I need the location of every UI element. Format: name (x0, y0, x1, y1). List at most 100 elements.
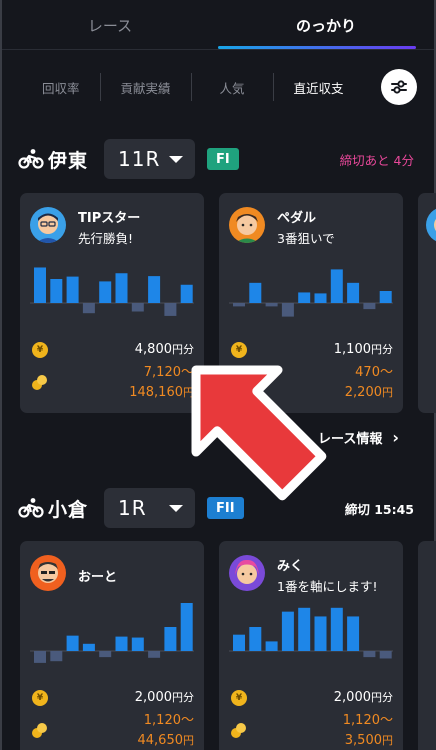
balance-bar (249, 627, 262, 651)
balance-bar (131, 637, 144, 651)
predictor-card[interactable]: ペダル 3番狙いで ¥ 1,100円分 470〜 2,200円 (219, 193, 403, 413)
race-number-select[interactable]: 11R (104, 139, 196, 179)
balance-bar-chart (229, 607, 393, 659)
yen-coin-icon: ¥ (32, 690, 48, 706)
tab-race[interactable]: レース (2, 0, 218, 50)
bet-amount: 1,100円分 (333, 342, 393, 357)
balance-bar (298, 292, 311, 303)
filter-recent-balance[interactable]: 直近収支 (274, 73, 364, 101)
expected-return: 1,120〜 44,650円 (137, 713, 195, 748)
balance-bar (148, 276, 161, 303)
chevron-right-icon: › (392, 428, 399, 447)
predictor-card[interactable]: TIPスター 先行勝負! ¥ 4,800円分 7,120〜 148,160円 (20, 193, 204, 413)
balance-bar (115, 636, 128, 651)
race-number-value: 1R (118, 496, 147, 520)
balance-bar (50, 651, 63, 662)
race-grade-badge: FI (207, 148, 239, 170)
balance-bar (66, 276, 79, 303)
tabs-divider (2, 49, 434, 50)
balance-bar (180, 603, 193, 651)
balance-bar (164, 303, 177, 316)
coin-stack-icon (32, 723, 47, 738)
filter-recovery-rate[interactable]: 回収率 (20, 73, 101, 101)
predictor-name: ペダル (277, 211, 317, 226)
avatar (426, 207, 436, 243)
sort-filter-bar: 回収率 貢献実績 人気 直近収支 (20, 70, 364, 104)
balance-bar (180, 284, 193, 303)
balance-bar (379, 651, 392, 659)
predictor-card-peek[interactable] (418, 193, 436, 413)
bet-amount: 2,000円分 (333, 690, 393, 705)
predictor-card[interactable]: おーと ¥ 2,000円分 1,120〜 44,650円 (20, 541, 204, 750)
balance-bar (265, 641, 278, 651)
predictor-card[interactable]: みく 1番を軸にします! ¥ 2,000円分 1,120〜 3,500円 (219, 541, 403, 750)
predictor-cards-ito: TIPスター 先行勝負! ¥ 4,800円分 7,120〜 148,160円 ペ… (20, 193, 436, 413)
deadline-text: 締切 15:45 (344, 501, 414, 517)
balance-bar (233, 303, 245, 307)
expected-return: 1,120〜 3,500円 (342, 713, 393, 748)
balance-bar (298, 607, 311, 651)
filter-contribution[interactable]: 貢献実績 (101, 73, 192, 101)
predictor-name: おーと (78, 570, 118, 585)
coin-stack-icon (231, 375, 246, 390)
predictor-comment: 先行勝負! (78, 231, 134, 246)
balance-bar (347, 616, 360, 651)
top-tabs: レース のっかり (2, 0, 434, 50)
venue-name: 小倉 (48, 498, 89, 521)
avatar (30, 207, 66, 243)
tab-nokkari[interactable]: のっかり (218, 0, 434, 50)
balance-bar (314, 616, 327, 651)
predictor-comment: 1番を軸にします! (277, 579, 378, 594)
balance-bar (363, 303, 376, 310)
balance-bar (281, 611, 294, 651)
chevron-down-icon (169, 505, 184, 512)
balance-bar (330, 607, 343, 651)
balance-bar (347, 282, 360, 303)
balance-bar (379, 291, 392, 303)
balance-bar (233, 634, 245, 651)
balance-bar (148, 651, 161, 658)
expected-return: 470〜 2,200円 (344, 365, 393, 400)
race-header-kokura: 小倉 1R FII 締切 15:45 (18, 488, 418, 528)
predictor-cards-kokura: おーと ¥ 2,000円分 1,120〜 44,650円 みく 1番を軸にします… (20, 541, 436, 750)
predictor-name: TIPスター (78, 211, 141, 226)
bicycle-icon (18, 498, 44, 518)
balance-bar (34, 267, 46, 303)
balance-bar-chart (229, 269, 393, 317)
race-grade-badge: FII (207, 497, 244, 519)
bicycle-icon (18, 149, 44, 169)
coin-stack-icon (32, 375, 47, 390)
balance-bar (131, 303, 144, 312)
bet-amount: 4,800円分 (134, 342, 194, 357)
chevron-down-icon (169, 156, 184, 163)
balance-bar-chart (30, 267, 194, 316)
balance-bar (99, 281, 112, 303)
race-info-link[interactable]: レース情報 › (318, 428, 399, 447)
balance-bar (363, 651, 376, 658)
yen-coin-icon: ¥ (231, 342, 247, 358)
filter-settings-button[interactable] (381, 69, 417, 105)
avatar (30, 555, 66, 591)
balance-bar (330, 269, 343, 303)
avatar (229, 555, 265, 591)
predictor-card-peek[interactable] (418, 541, 436, 750)
bet-amount: 2,000円分 (134, 690, 194, 705)
balance-bar (99, 651, 112, 658)
balance-bar (115, 273, 128, 303)
balance-bar (82, 643, 95, 651)
balance-bar (281, 303, 294, 317)
yen-coin-icon: ¥ (231, 690, 247, 706)
balance-bar (249, 282, 262, 303)
balance-bar (164, 627, 177, 651)
deadline-text: 締切あと 4分 (339, 152, 414, 168)
balance-bar (314, 293, 327, 303)
expected-return: 7,120〜 148,160円 (129, 365, 194, 400)
race-number-value: 11R (118, 147, 161, 171)
race-header-ito: 伊東 11R FI 締切あと 4分 (18, 139, 418, 179)
race-number-select[interactable]: 1R (104, 488, 196, 528)
filter-popularity[interactable]: 人気 (192, 73, 274, 101)
balance-bar (265, 303, 278, 307)
balance-bar (34, 651, 46, 663)
avatar (229, 207, 265, 243)
balance-bar-chart (30, 603, 194, 663)
